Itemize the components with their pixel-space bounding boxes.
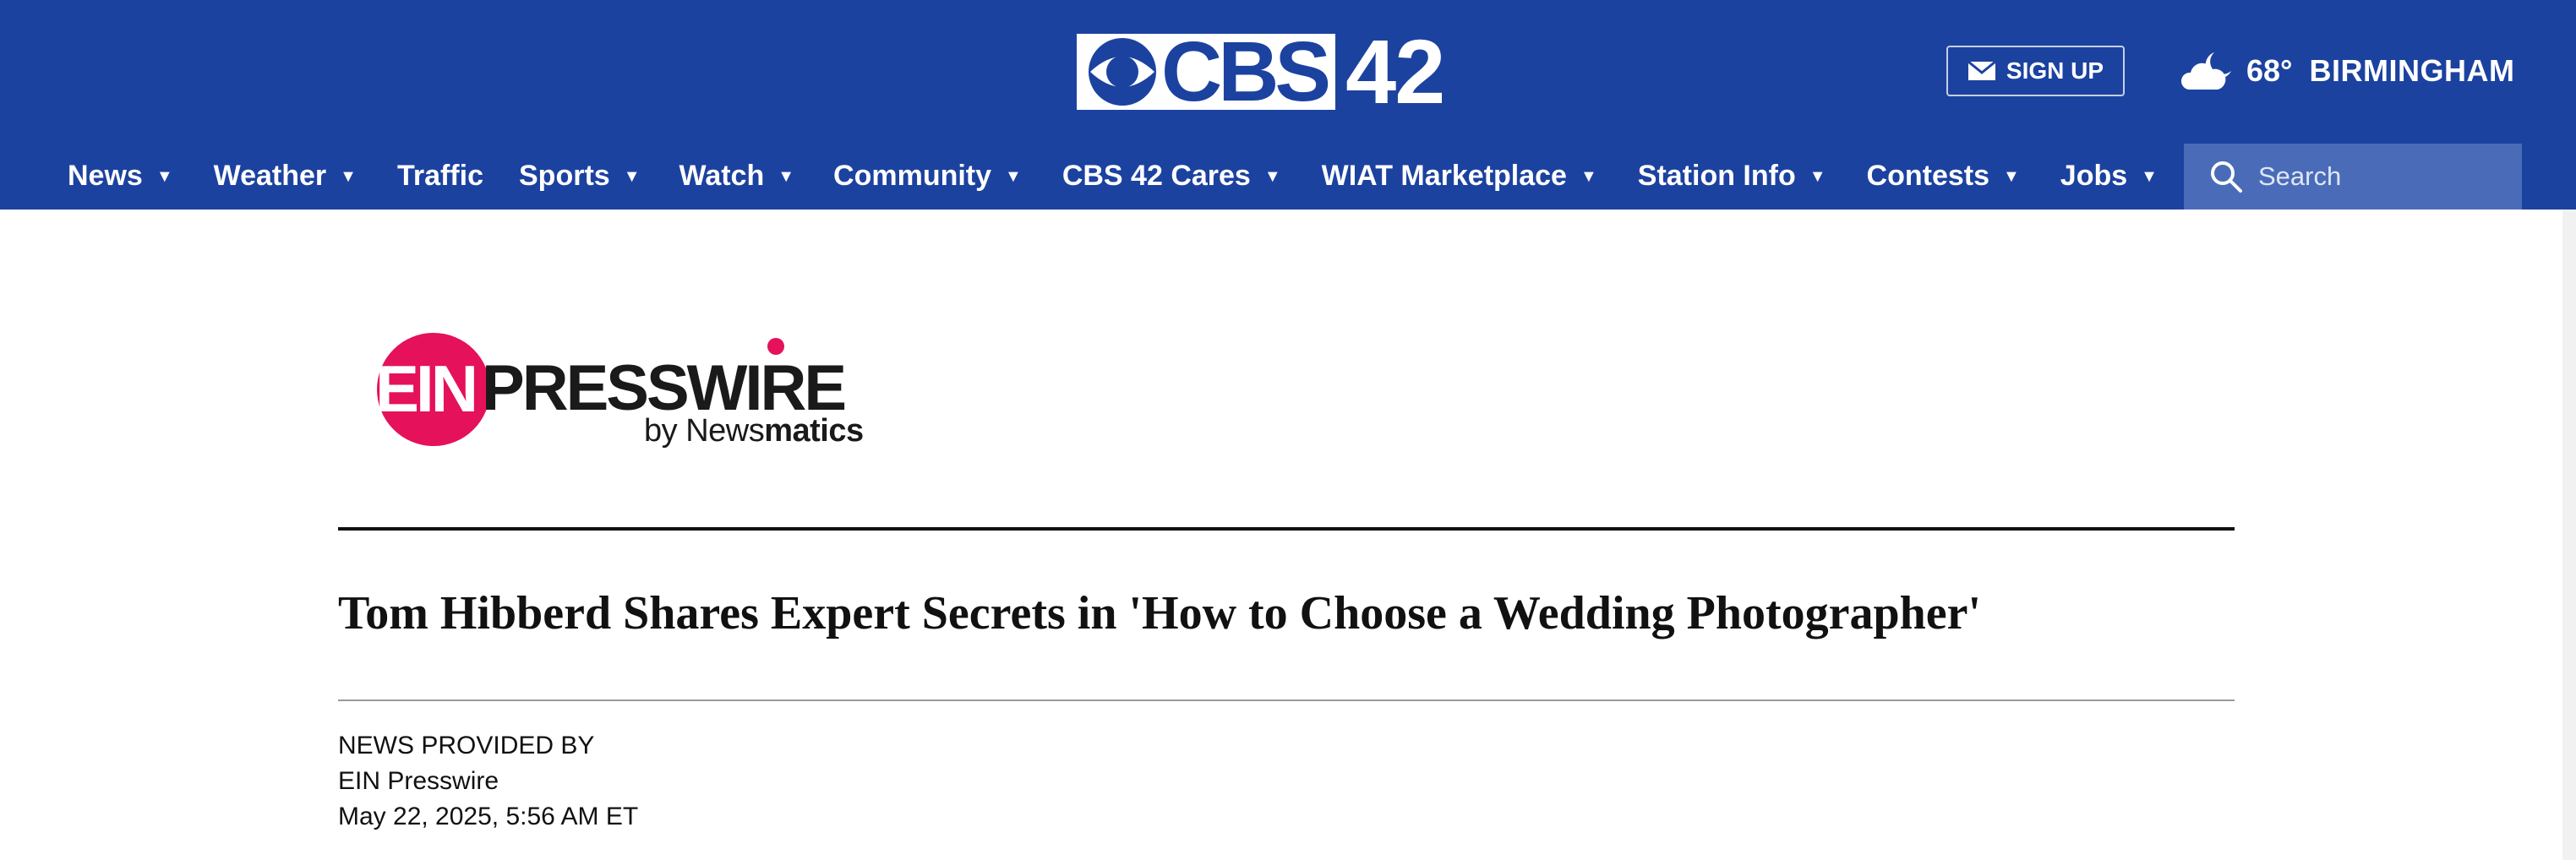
nav-item-weather[interactable]: Weather ▼ bbox=[214, 160, 357, 193]
search-icon bbox=[2211, 161, 2242, 193]
nav-item-label: News bbox=[68, 159, 143, 192]
search-box[interactable] bbox=[2184, 144, 2522, 210]
envelope-icon bbox=[1967, 61, 1996, 80]
sign-up-button[interactable]: SIGN UP bbox=[1946, 46, 2125, 96]
partly-cloudy-night-icon bbox=[2180, 52, 2231, 90]
byline-by: by bbox=[644, 413, 686, 449]
provided-by-label: NEWS PROVIDED BY bbox=[338, 732, 595, 759]
weather-city: BIRMINGHAM bbox=[2309, 53, 2515, 88]
caret-down-icon: ▼ bbox=[1809, 166, 1826, 186]
caret-down-icon: ▼ bbox=[778, 166, 795, 186]
nav-item-community[interactable]: Community ▼ bbox=[833, 160, 1022, 193]
site-header: CBS 42 SIGN UP 68° BIRMINGHAM News ▼ Wea… bbox=[0, 0, 2576, 210]
nav-item-label: Watch bbox=[679, 159, 765, 192]
nav-item-traffic[interactable]: Traffic bbox=[397, 160, 483, 193]
logo-dot bbox=[767, 338, 784, 355]
search-input[interactable] bbox=[2258, 161, 2512, 192]
nav-item-label: CBS 42 Cares bbox=[1062, 159, 1251, 192]
newsmatics-byline: by Newsmatics bbox=[644, 414, 864, 448]
nav-item-label: Station Info bbox=[1637, 159, 1796, 192]
nav-item-label: Traffic bbox=[396, 159, 483, 192]
title-divider bbox=[338, 527, 2235, 531]
nav-item-station-info[interactable]: Station Info ▼ bbox=[1638, 160, 1826, 193]
caret-down-icon: ▼ bbox=[623, 166, 641, 186]
main-nav: News ▼ Weather ▼ Traffic Sports ▼ Watch … bbox=[68, 142, 2158, 210]
caret-down-icon: ▼ bbox=[2003, 166, 2020, 186]
nav-item-label: WIAT Marketplace bbox=[1321, 159, 1567, 192]
nav-item-label: Community bbox=[833, 159, 992, 192]
nav-item-news[interactable]: News ▼ bbox=[68, 160, 173, 193]
cbs42-logo[interactable]: CBS 42 bbox=[1077, 20, 1445, 122]
station-number: 42 bbox=[1345, 20, 1445, 122]
presswire-logo-text: PRESSWIRE bbox=[482, 352, 847, 424]
nav-item-watch[interactable]: Watch ▼ bbox=[679, 160, 794, 193]
nav-item-jobs[interactable]: Jobs ▼ bbox=[2060, 160, 2158, 193]
provider-name: EIN Presswire bbox=[338, 767, 499, 795]
caret-down-icon: ▼ bbox=[2141, 166, 2158, 186]
ein-presswire-logo: EIN PRESSWIRE by Newsmatics bbox=[375, 329, 876, 448]
nav-item-label: Contests bbox=[1866, 159, 1989, 192]
weather-temperature: 68° bbox=[2246, 53, 2293, 88]
nav-item-wiat-marketplace[interactable]: WIAT Marketplace ▼ bbox=[1322, 160, 1597, 193]
nav-item-contests[interactable]: Contests ▼ bbox=[1867, 160, 2020, 193]
nav-item-sports[interactable]: Sports ▼ bbox=[519, 160, 640, 193]
sign-up-label: SIGN UP bbox=[2006, 57, 2104, 84]
caret-down-icon: ▼ bbox=[156, 166, 173, 186]
nav-item-label: Sports bbox=[519, 159, 610, 192]
nav-item-cbs42-cares[interactable]: CBS 42 Cares ▼ bbox=[1062, 160, 1281, 193]
cbs-wordmark: CBS bbox=[1161, 24, 1331, 119]
page-scrollbar[interactable] bbox=[2562, 210, 2576, 860]
caret-down-icon: ▼ bbox=[1005, 166, 1022, 186]
caret-down-icon: ▼ bbox=[1263, 166, 1281, 186]
byline-news: News bbox=[685, 413, 765, 449]
ein-logo-text: EIN bbox=[375, 351, 478, 426]
meta-divider bbox=[338, 699, 2235, 701]
caret-down-icon: ▼ bbox=[340, 166, 357, 186]
nav-item-label: Weather bbox=[213, 159, 327, 192]
article-date: May 22, 2025, 5:56 AM ET bbox=[338, 803, 639, 830]
article-meta: NEWS PROVIDED BY EIN Presswire May 22, 2… bbox=[338, 728, 638, 835]
cbs-logo-box: CBS bbox=[1077, 24, 1336, 119]
cbs-eye-icon bbox=[1089, 38, 1156, 106]
article-title: Tom Hibberd Shares Expert Secrets in 'Ho… bbox=[338, 587, 1982, 640]
caret-down-icon: ▼ bbox=[1580, 166, 1597, 186]
byline-matics: matics bbox=[764, 413, 864, 449]
weather-widget[interactable]: 68° BIRMINGHAM bbox=[2180, 46, 2514, 96]
nav-item-label: Jobs bbox=[2060, 159, 2128, 192]
